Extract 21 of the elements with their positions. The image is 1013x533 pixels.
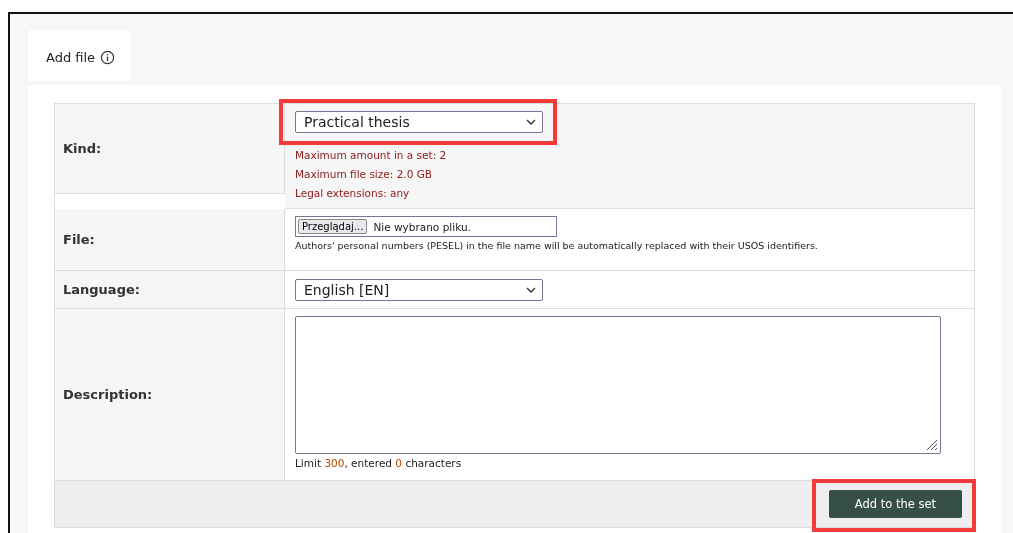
info-icon — [100, 50, 116, 65]
file-status: Nie wybrano pliku. — [373, 220, 471, 233]
field-label: Language: — [55, 271, 285, 309]
kind-select[interactable]: Practical thesis — [295, 111, 543, 133]
chevron-down-icon — [526, 119, 536, 125]
description-field[interactable] — [295, 316, 941, 454]
field-label: Kind: — [55, 104, 285, 194]
language-select[interactable]: English [EN] — [295, 278, 543, 301]
character-counter: Limit 300, entered 0 characters — [295, 457, 462, 469]
add-to-set-button[interactable]: Add to the set — [828, 490, 962, 518]
resize-handle-icon — [926, 439, 938, 451]
limit-note: Legal extensions: any — [295, 186, 410, 201]
file-input[interactable]: Przeglądaj... Nie wybrano pliku. — [295, 216, 557, 237]
limit-note: Maximum file size: 2.0 GB — [295, 167, 432, 182]
tab[interactable]: Add file — [28, 30, 132, 81]
chevron-down-icon — [526, 286, 536, 293]
field-label: File: — [55, 209, 285, 271]
field-label: Description: — [55, 309, 285, 481]
file-hint: Authors' personal numbers (PESEL) in the file name will be automatically replaced with their USOS identifiers. — [295, 240, 818, 251]
browse-button[interactable]: Przeglądaj... — [298, 219, 368, 234]
limit-note: Maximum amount in a set: 2 — [295, 148, 447, 163]
